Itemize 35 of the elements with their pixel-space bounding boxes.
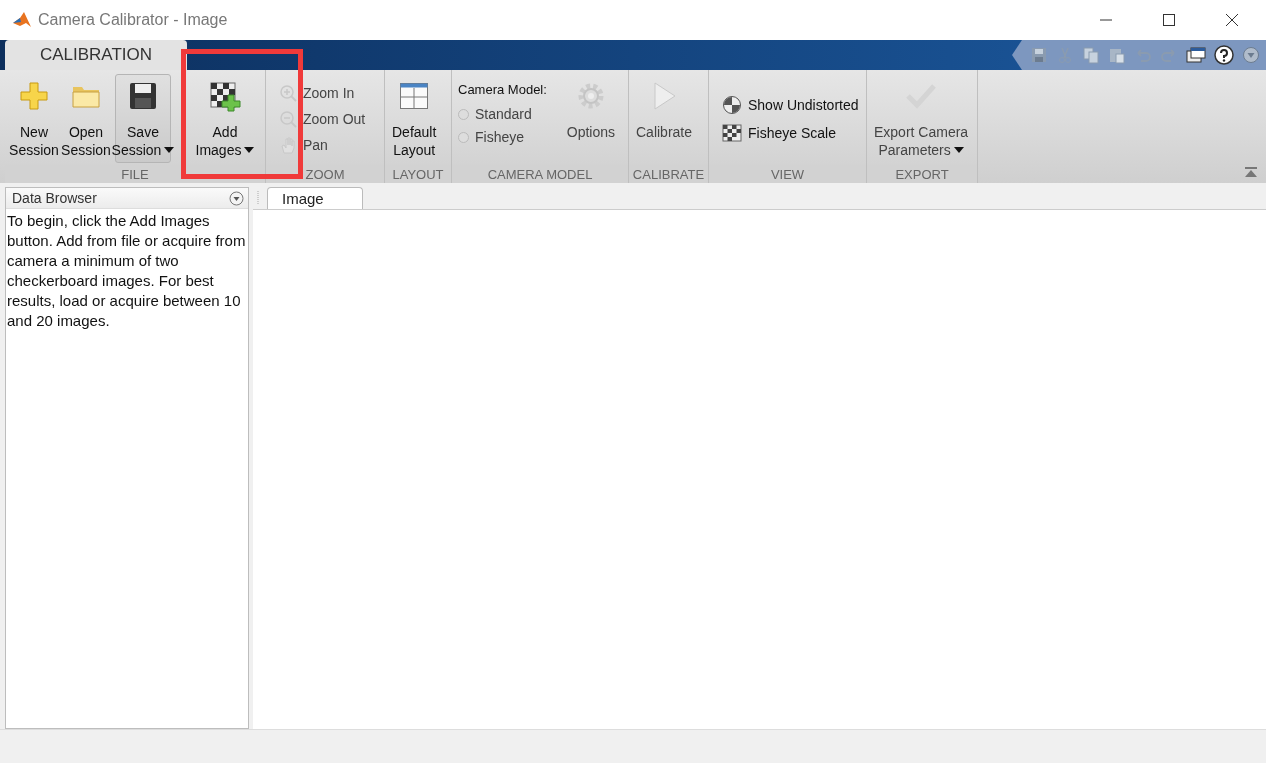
default-layout-button[interactable]: Default Layout <box>388 74 441 163</box>
zoom-in-icon <box>279 83 297 102</box>
plus-icon <box>19 79 49 113</box>
panel-title: Data Browser <box>12 190 97 206</box>
show-undistorted-button[interactable]: Show Undistorted <box>721 93 863 116</box>
help-icon[interactable] <box>1214 45 1234 65</box>
checkerboard-plus-icon <box>209 79 241 113</box>
caret-icon <box>953 147 964 153</box>
hand-icon <box>279 135 297 154</box>
checkerboard-icon <box>722 122 742 143</box>
caret-icon <box>164 147 175 153</box>
add-images-button[interactable]: Add Images <box>188 74 262 163</box>
save-icon[interactable] <box>1030 46 1048 64</box>
dropdown-icon[interactable] <box>229 190 244 206</box>
ribbon-tab[interactable]: CALIBRATION <box>5 40 187 70</box>
camera-model-label: Camera Model: <box>458 82 547 97</box>
checker-ball-icon <box>722 94 742 115</box>
close-icon[interactable] <box>1225 13 1239 27</box>
window-title: Camera Calibrator - Image <box>38 11 228 29</box>
paste-icon[interactable] <box>1108 46 1126 64</box>
maximize-icon[interactable] <box>1162 13 1176 27</box>
radio-option[interactable]: Standard <box>458 106 547 122</box>
app-logo-icon <box>12 10 32 30</box>
fisheye-scale-button[interactable]: Fisheye Scale <box>721 121 863 144</box>
copy-icon[interactable] <box>1082 46 1100 64</box>
radio-option[interactable]: Fisheye <box>458 129 547 145</box>
grip-icon[interactable] <box>255 190 261 206</box>
open-session-button[interactable]: Open Session <box>60 74 112 163</box>
new-session-button[interactable]: New Session <box>8 74 60 163</box>
collapse-ribbon-icon[interactable] <box>1244 167 1258 179</box>
zoom-out-icon <box>279 109 297 128</box>
document-tab[interactable]: Image <box>267 187 363 209</box>
windows-icon[interactable] <box>1186 46 1206 64</box>
instruction-text: To begin, click the Add Images button. Add from file or acquire from camera a minimum of two checkerboard images. For best results, load or acquire between 10 and 20 images. <box>7 211 246 331</box>
caret-icon <box>244 147 255 153</box>
